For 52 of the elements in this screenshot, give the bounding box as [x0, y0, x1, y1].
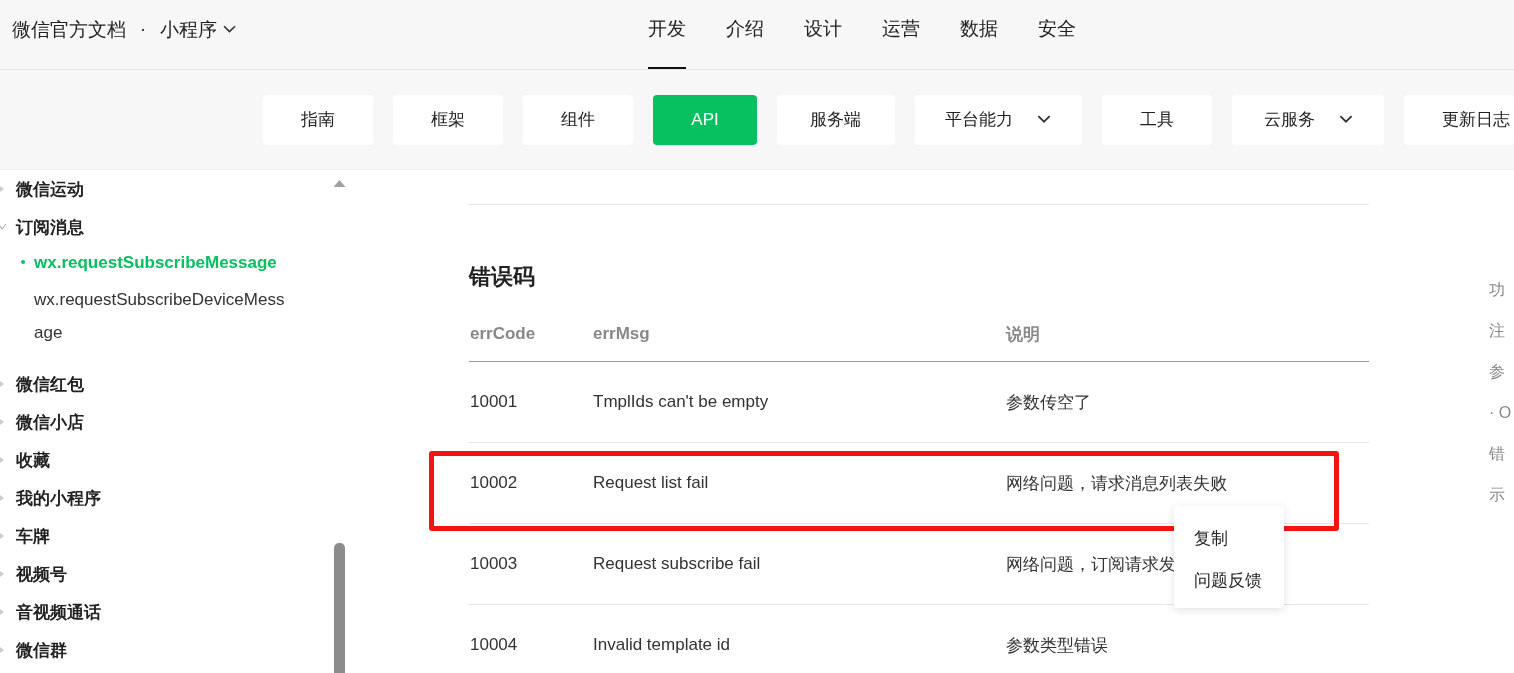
table-cell: Request subscribe fail: [592, 523, 1005, 605]
table-cell: 10004: [469, 604, 592, 673]
column-header: 说明: [1005, 307, 1369, 362]
toc-link[interactable]: 错: [1489, 442, 1512, 465]
scroll-up-icon[interactable]: [333, 180, 346, 187]
table-cell: TmplIds can't be empty: [592, 361, 1005, 443]
menu-item[interactable]: 问题反馈: [1174, 562, 1284, 600]
site-title[interactable]: 微信官方文档: [12, 16, 126, 43]
table-cell: 参数传空了: [1005, 361, 1369, 443]
section-button[interactable]: 云服务: [1232, 94, 1384, 145]
section-button[interactable]: 服务端: [777, 94, 895, 145]
section-button[interactable]: 平台能力: [914, 94, 1083, 145]
sidebar-item[interactable]: 微信小店: [16, 410, 84, 434]
chevron-down-icon: [223, 25, 236, 34]
table-cell: 10001: [469, 361, 592, 443]
sidebar-item[interactable]: 我的小程序: [16, 486, 101, 510]
toc-link[interactable]: · O: [1489, 401, 1512, 424]
sidebar-item[interactable]: 视频号: [16, 562, 67, 586]
sidebar-link[interactable]: wx.requestSubscribeDeviceMessage: [20, 283, 292, 349]
sidebar-item[interactable]: 订阅消息: [16, 215, 84, 239]
section-button[interactable]: 组件: [523, 94, 633, 145]
chevron-down-icon: [1037, 115, 1052, 124]
nav-tab[interactable]: 数据: [960, 0, 998, 69]
section-button[interactable]: 工具: [1102, 94, 1213, 145]
section-button[interactable]: 更新日志: [1404, 94, 1514, 145]
table-cell: 10003: [469, 523, 592, 605]
table-cell: Request list fail: [592, 442, 1005, 524]
section-heading: 错误码: [469, 263, 536, 291]
toc-link[interactable]: 功: [1489, 278, 1512, 301]
section-button[interactable]: 指南: [263, 94, 373, 145]
toc-link[interactable]: 参: [1489, 360, 1512, 383]
toc-link[interactable]: 示: [1489, 483, 1512, 506]
sidebar-item[interactable]: 微信运动: [16, 177, 84, 201]
nav-tab[interactable]: 介绍: [726, 0, 764, 69]
scrollbar-thumb[interactable]: [334, 543, 345, 673]
column-header: errMsg: [592, 307, 1005, 362]
sidebar-item[interactable]: 车牌: [16, 524, 50, 548]
nav-tab[interactable]: 设计: [804, 0, 842, 69]
nav-tab[interactable]: 安全: [1038, 0, 1076, 69]
sidebar-item[interactable]: 微信红包: [16, 372, 84, 396]
product-dropdown[interactable]: 小程序: [160, 16, 236, 43]
chevron-down-icon: [1338, 115, 1353, 124]
nav-tab[interactable]: 运营: [882, 0, 920, 69]
sidebar-item[interactable]: 收藏: [16, 448, 50, 472]
toc-link[interactable]: 注: [1489, 319, 1512, 342]
sidebar-item[interactable]: 音视频通话: [16, 600, 101, 624]
sidebar-item[interactable]: 微信群: [16, 638, 67, 662]
table-cell: 10002: [469, 442, 592, 524]
column-header: errCode: [469, 307, 592, 362]
separator-dot: ·: [140, 19, 146, 40]
section-button[interactable]: 框架: [393, 94, 503, 145]
table-cell: Invalid template id: [592, 604, 1005, 673]
